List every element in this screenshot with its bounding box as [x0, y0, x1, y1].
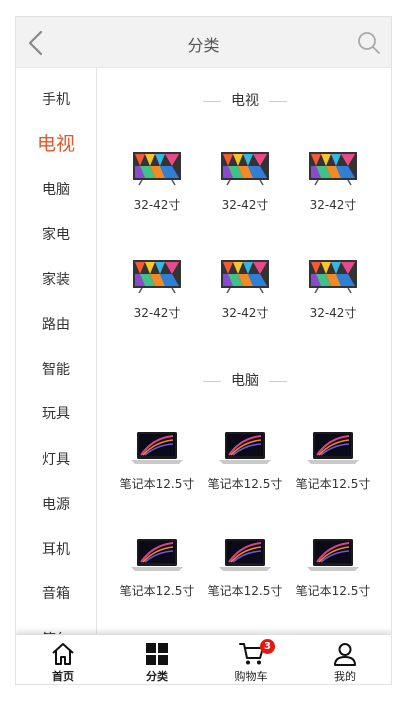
sidebar-item-toys[interactable]: 玩具: [16, 402, 96, 426]
product-label: 笔记本12.5寸: [119, 584, 195, 598]
sidebar-item-tv[interactable]: 电视: [16, 132, 96, 156]
home-icon: [52, 643, 74, 665]
tab-label: 我的: [334, 670, 356, 683]
search-icon[interactable]: [356, 30, 382, 56]
product-card[interactable]: 32-42寸: [113, 259, 201, 321]
product-label: 32-42寸: [133, 306, 181, 320]
laptop-icon: [307, 539, 359, 571]
product-card[interactable]: 32-42寸: [201, 259, 289, 321]
tv-icon: [133, 152, 181, 186]
tv-icon: [133, 260, 181, 294]
product-content[interactable]: 电视 32-42寸 32-42寸 32-42寸 32-42寸 32-42寸 32…: [98, 68, 391, 638]
tv-icon: [221, 260, 269, 294]
product-label: 32-42寸: [309, 306, 357, 320]
tab-mine[interactable]: 我的: [298, 635, 391, 684]
sidebar-item-smart[interactable]: 智能: [16, 358, 96, 382]
laptop-icon: [131, 432, 183, 464]
divider-line: [203, 100, 221, 102]
product-card[interactable]: 笔记本12.5寸: [289, 537, 377, 599]
product-card[interactable]: 32-42寸: [113, 151, 201, 213]
sidebar-item-earphones[interactable]: 耳机: [16, 538, 96, 562]
tv-icon: [221, 152, 269, 186]
product-label: 32-42寸: [221, 306, 269, 320]
laptop-icon: [219, 432, 271, 464]
section-title-tv: 电视: [98, 91, 391, 111]
sidebar-item-computer[interactable]: 电脑: [16, 178, 96, 202]
product-card[interactable]: 32-42寸: [201, 151, 289, 213]
page-title: 分类: [187, 36, 220, 55]
product-label: 笔记本12.5寸: [119, 477, 195, 491]
header-bar: 分类: [16, 17, 391, 68]
tab-category[interactable]: 分类: [110, 635, 204, 684]
product-label: 32-42寸: [221, 198, 269, 212]
product-label: 笔记本12.5寸: [207, 477, 283, 491]
category-grid-icon: [146, 643, 168, 665]
sidebar-item-phone[interactable]: 手机: [16, 88, 96, 112]
user-icon: [334, 643, 356, 666]
sidebar-item-lamps[interactable]: 灯具: [16, 448, 96, 472]
section-title-computer: 电脑: [98, 371, 391, 391]
sidebar-item-home-decor[interactable]: 家装: [16, 268, 96, 292]
divider-line: [203, 380, 221, 382]
category-sidebar[interactable]: 手机 电视 电脑 家电 家装 路由 智能 玩具 灯具 电源 耳机 音箱 箱包: [16, 68, 97, 638]
product-card[interactable]: 32-42寸: [289, 259, 377, 321]
product-card[interactable]: 笔记本12.5寸: [201, 430, 289, 492]
product-card[interactable]: 笔记本12.5寸: [113, 537, 201, 599]
product-label: 笔记本12.5寸: [207, 584, 283, 598]
tv-icon: [309, 260, 357, 294]
sidebar-item-appliance[interactable]: 家电: [16, 223, 96, 247]
sidebar-item-speakers[interactable]: 音箱: [16, 582, 96, 606]
product-label: 笔记本12.5寸: [295, 477, 371, 491]
phone-frame: 分类 手机 电视 电脑 家电 家装 路由 智能 玩具 灯具 电源 耳机 音箱 箱…: [15, 16, 392, 685]
divider-line: [269, 100, 287, 102]
product-card[interactable]: 笔记本12.5寸: [113, 430, 201, 492]
laptop-icon: [219, 539, 271, 571]
laptop-icon: [131, 539, 183, 571]
tab-cart[interactable]: 3 购物车: [204, 635, 298, 684]
product-label: 笔记本12.5寸: [295, 584, 371, 598]
tab-label: 首页: [52, 670, 74, 683]
tab-label: 购物车: [234, 670, 268, 683]
sidebar-item-power[interactable]: 电源: [16, 493, 96, 517]
sidebar-item-router[interactable]: 路由: [16, 313, 96, 337]
tv-icon: [309, 152, 357, 186]
product-card[interactable]: 笔记本12.5寸: [289, 430, 377, 492]
product-card[interactable]: 笔记本12.5寸: [201, 537, 289, 599]
product-card[interactable]: 32-42寸: [289, 151, 377, 213]
tab-home[interactable]: 首页: [16, 635, 110, 684]
tab-label: 分类: [146, 670, 168, 683]
product-label: 32-42寸: [133, 198, 181, 212]
product-label: 32-42寸: [309, 198, 357, 212]
bottom-tab-bar: 首页 分类 3 购物车 我的: [16, 634, 391, 684]
cart-count-badge: 3: [260, 639, 275, 654]
laptop-icon: [307, 432, 359, 464]
divider-line: [269, 380, 287, 382]
